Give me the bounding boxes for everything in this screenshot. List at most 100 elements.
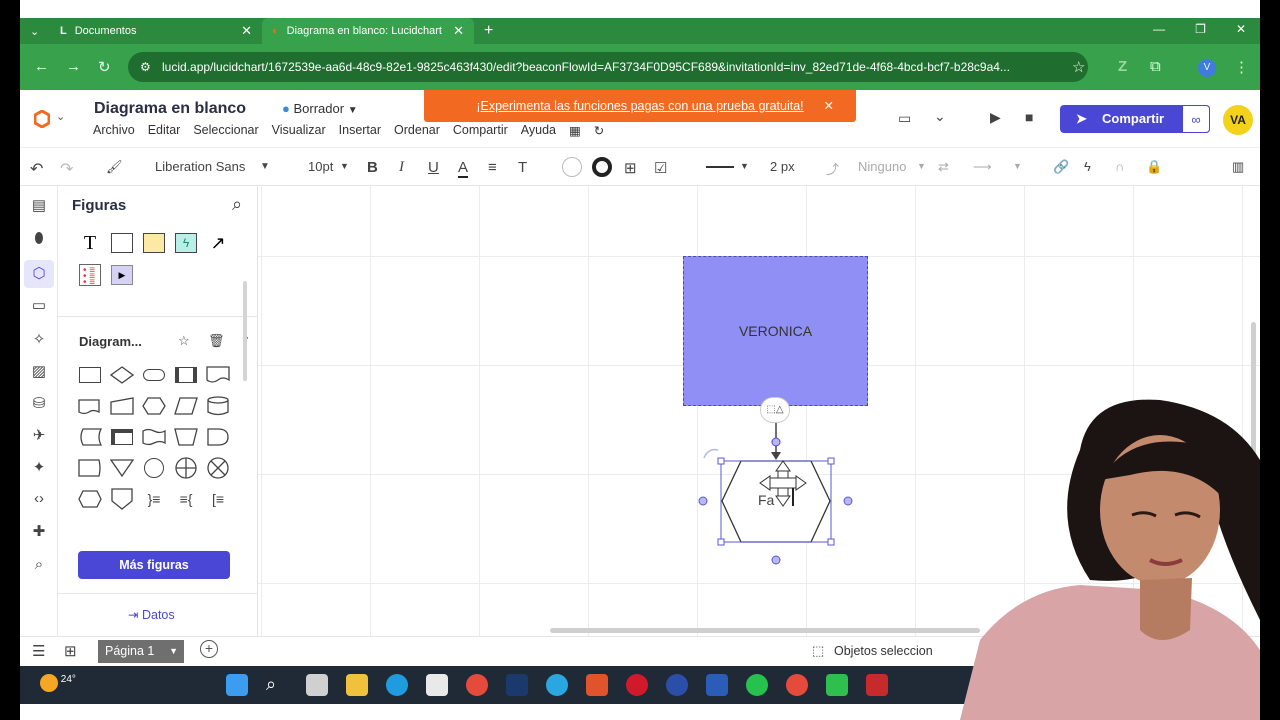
- menu-archivo[interactable]: Archivo: [93, 123, 135, 138]
- lightning-icon[interactable]: ϟ: [1084, 159, 1091, 174]
- horizontal-scrollbar[interactable]: [550, 628, 980, 633]
- forward-icon[interactable]: →: [66, 58, 81, 75]
- brace-left-annotation-icon[interactable]: ≡{: [174, 488, 198, 510]
- rectangle-shape-veronica[interactable]: VERONICA: [683, 256, 868, 406]
- whatsapp-icon[interactable]: [746, 674, 768, 696]
- punched-tape-icon[interactable]: [142, 426, 166, 448]
- undo-icon[interactable]: ↶: [30, 159, 43, 179]
- or-shape-icon[interactable]: [174, 457, 198, 479]
- extension-icon[interactable]: Z: [1118, 58, 1127, 75]
- chrome-icon[interactable]: [466, 674, 488, 696]
- promo-link[interactable]: ¡Experimenta las funciones pagas con una…: [476, 99, 803, 113]
- delay-shape-icon[interactable]: [206, 426, 230, 448]
- kebab-menu-icon[interactable]: ⋮: [1234, 58, 1249, 76]
- list-shape-icon[interactable]: • ≡ • ≡ • ≡: [78, 264, 102, 288]
- task-view-icon[interactable]: [306, 674, 328, 696]
- connector-shape-icon[interactable]: [142, 457, 166, 479]
- lock-icon[interactable]: 🔒: [1146, 159, 1162, 175]
- comment-icon[interactable]: ▭: [898, 110, 911, 127]
- menu-ayuda[interactable]: Ayuda: [521, 123, 556, 138]
- search-icon[interactable]: ⌕: [232, 194, 242, 215]
- panel-toggle-icon[interactable]: ▥: [1232, 159, 1244, 175]
- menu-ordenar[interactable]: Ordenar: [394, 123, 440, 138]
- fill-color-icon[interactable]: [562, 157, 582, 177]
- caret-down-icon[interactable]: ▼: [340, 161, 349, 171]
- close-icon[interactable]: ✕: [241, 23, 252, 39]
- grid-toggle-icon[interactable]: ▦: [569, 123, 581, 138]
- hexagon-text[interactable]: Fa: [758, 492, 774, 508]
- chevron-down-icon[interactable]: ⌄: [56, 110, 65, 123]
- video-shape-icon[interactable]: ▶: [110, 264, 134, 286]
- predefined-process-icon[interactable]: [174, 364, 198, 386]
- frame-icon[interactable]: ▭: [30, 296, 48, 314]
- grid-view-icon[interactable]: ⊞: [64, 642, 77, 660]
- shapes-icon[interactable]: ⬡: [24, 260, 54, 288]
- word-icon[interactable]: [706, 674, 728, 696]
- start-icon[interactable]: [226, 674, 248, 696]
- back-icon[interactable]: ←: [34, 58, 49, 75]
- brace-annotation-icon[interactable]: }≡: [142, 488, 166, 510]
- camtasia-icon[interactable]: [826, 674, 848, 696]
- reload-icon[interactable]: ↻: [98, 58, 111, 76]
- decision-shape-icon[interactable]: [110, 364, 134, 386]
- sticky-note-icon[interactable]: [142, 232, 166, 254]
- internal-storage-icon[interactable]: [110, 426, 134, 448]
- rectangle-shape-icon[interactable]: [110, 232, 134, 254]
- minimize-icon[interactable]: —: [1153, 22, 1165, 36]
- caret-down-icon[interactable]: ▼: [169, 640, 178, 663]
- magic-wand-icon[interactable]: ✧: [30, 330, 48, 348]
- weather-widget[interactable]: 24°: [40, 674, 76, 692]
- profile-avatar[interactable]: V: [1198, 59, 1216, 77]
- database-icon[interactable]: ⛁: [30, 394, 48, 412]
- present-icon[interactable]: ▶: [990, 109, 1001, 126]
- url-field[interactable]: ⚙ lucid.app/lucidchart/1672539e-aa6d-48c…: [128, 52, 1088, 82]
- summing-junction-icon[interactable]: [206, 457, 230, 479]
- add-page-icon[interactable]: +: [200, 640, 218, 658]
- connector-icon[interactable]: ⤴: [826, 159, 839, 178]
- arrowhead-icon[interactable]: ⟶: [973, 159, 992, 175]
- store-icon[interactable]: [426, 674, 448, 696]
- close-icon[interactable]: ✕: [453, 23, 464, 39]
- pages-icon[interactable]: ▤: [30, 196, 48, 214]
- data-shape-icon[interactable]: [174, 395, 198, 417]
- magnet-icon[interactable]: ∩: [1115, 159, 1124, 174]
- style-icon[interactable]: ☑: [654, 159, 667, 177]
- process-shape-icon[interactable]: [78, 364, 102, 386]
- menu-visualizar[interactable]: Visualizar: [272, 123, 326, 138]
- display-shape-icon[interactable]: [78, 457, 102, 479]
- database-shape-icon[interactable]: [206, 395, 230, 417]
- sparkle-icon[interactable]: ✦: [30, 458, 48, 476]
- list-view-icon[interactable]: ☰: [32, 642, 45, 660]
- app-icon[interactable]: [666, 674, 688, 696]
- arrow-style-select[interactable]: Ninguno: [858, 159, 906, 174]
- page-tab[interactable]: Página 1 ▼: [98, 640, 184, 663]
- text-color-icon[interactable]: A: [458, 159, 469, 178]
- lucid-logo-icon[interactable]: [34, 110, 50, 128]
- tab-list-button[interactable]: ⌄: [20, 18, 50, 44]
- line-style-icon[interactable]: [706, 166, 734, 168]
- menu-insertar[interactable]: Insertar: [339, 123, 381, 138]
- site-info-icon[interactable]: ⚙: [140, 52, 151, 82]
- link-icon[interactable]: ∞: [1182, 105, 1210, 133]
- trash-icon[interactable]: 🗑: [208, 333, 225, 349]
- tab-documentos[interactable]: L Documentos ✕: [50, 18, 262, 44]
- preparation-shape-icon[interactable]: [142, 395, 166, 417]
- user-avatar[interactable]: VA: [1223, 105, 1253, 135]
- video-icon[interactable]: ■: [1025, 109, 1033, 125]
- manual-operation-icon[interactable]: [174, 426, 198, 448]
- share-button[interactable]: ➤ Compartir ∞: [1060, 105, 1210, 133]
- bold-icon[interactable]: B: [367, 159, 378, 176]
- opera-icon[interactable]: [626, 674, 648, 696]
- draft-status[interactable]: ● Borrador ▼: [282, 101, 358, 116]
- restore-icon[interactable]: ❐: [1195, 22, 1206, 36]
- chevron-down-icon[interactable]: ⌄: [934, 108, 946, 125]
- terminator-shape-icon[interactable]: [142, 364, 166, 386]
- align-icon[interactable]: ≡: [488, 159, 497, 176]
- integrations-icon[interactable]: ✚: [30, 522, 48, 540]
- search-doc-icon[interactable]: ⌕: [30, 556, 48, 574]
- underline-icon[interactable]: U: [428, 159, 439, 176]
- caret-down-icon[interactable]: ▼: [917, 161, 926, 171]
- extensions-puzzle-icon[interactable]: ⧉: [1150, 58, 1161, 75]
- brave-icon[interactable]: [586, 674, 608, 696]
- menu-editar[interactable]: Editar: [148, 123, 181, 138]
